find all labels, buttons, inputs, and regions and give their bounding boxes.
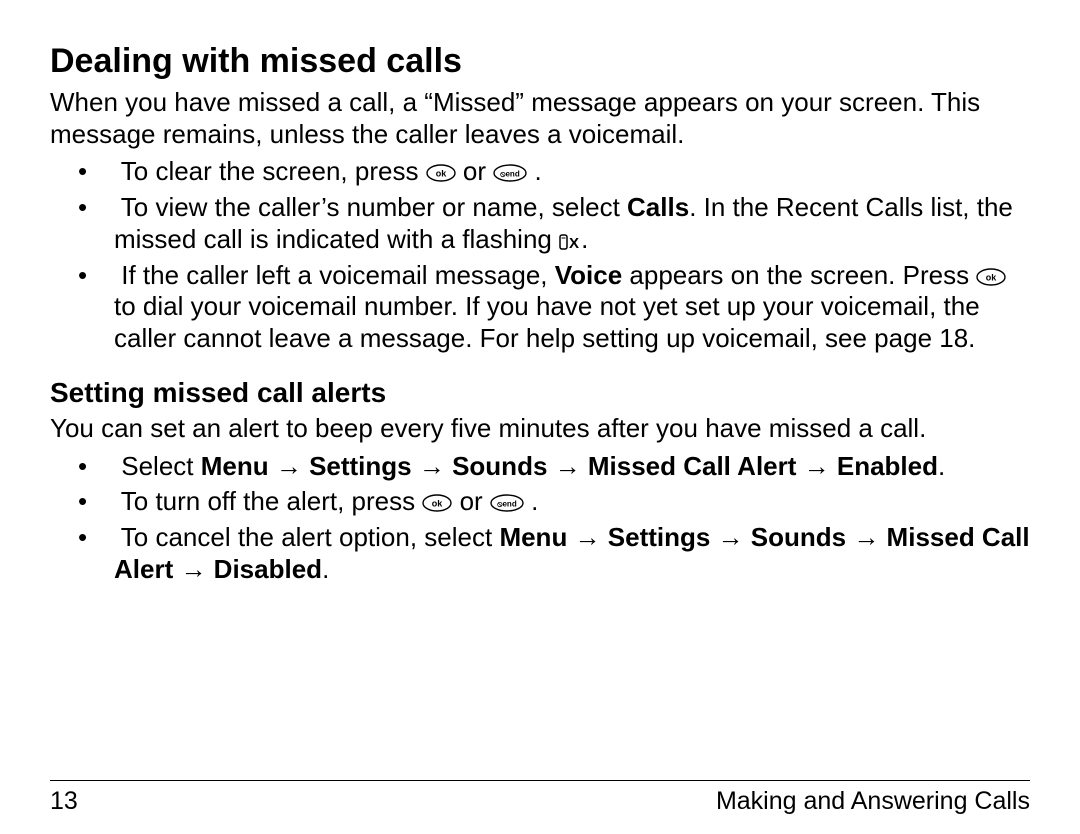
text: . xyxy=(531,486,538,516)
manual-page: Dealing with missed calls When you have … xyxy=(0,0,1080,834)
missed-calls-list: To clear the screen, press ok or ⦸end . … xyxy=(50,156,1030,354)
text: . xyxy=(322,554,329,584)
missed-call-icon: X xyxy=(559,229,581,256)
ok-key-icon: ok xyxy=(426,164,456,182)
intro-paragraph: When you have missed a call, a “Missed” … xyxy=(50,87,1030,150)
list-item: To cancel the alert option, select Menu … xyxy=(50,522,1030,585)
svg-text:ok: ok xyxy=(432,499,443,509)
alerts-paragraph: You can set an alert to beep every five … xyxy=(50,413,1030,445)
list-item: Select Menu → Settings → Sounds → Missed… xyxy=(50,451,1030,483)
text: To clear the screen, press xyxy=(121,156,426,186)
text: Select xyxy=(121,451,201,481)
svg-text:⦸end: ⦸end xyxy=(501,170,521,179)
end-key-icon: ⦸end xyxy=(493,164,527,182)
text: To turn off the alert, press xyxy=(121,486,423,516)
text: or xyxy=(463,156,493,186)
text: appears on the screen. Press xyxy=(622,260,976,290)
section-title: Making and Answering Calls xyxy=(716,787,1030,816)
text: To view the caller’s number or name, sel… xyxy=(121,192,627,222)
page-number: 13 xyxy=(50,787,78,816)
list-item: To turn off the alert, press ok or ⦸end … xyxy=(50,486,1030,518)
calls-label: Calls xyxy=(627,192,689,222)
svg-text:ok: ok xyxy=(435,169,446,179)
text: to dial your voicemail number. If you ha… xyxy=(114,291,980,353)
svg-text:ok: ok xyxy=(986,272,997,282)
alerts-list: Select Menu → Settings → Sounds → Missed… xyxy=(50,451,1030,586)
text: . xyxy=(535,156,542,186)
page-footer: 13 Making and Answering Calls xyxy=(50,780,1030,816)
ok-key-icon: ok xyxy=(976,268,1006,286)
list-item: To clear the screen, press ok or ⦸end . xyxy=(50,156,1030,188)
text: . xyxy=(581,224,588,254)
text: or xyxy=(460,486,490,516)
heading-setting-alerts: Setting missed call alerts xyxy=(50,377,1030,409)
text: To cancel the alert option, select xyxy=(121,522,500,552)
svg-text:⦸end: ⦸end xyxy=(497,500,517,509)
ok-key-icon: ok xyxy=(422,494,452,512)
list-item: If the caller left a voicemail message, … xyxy=(50,260,1030,355)
content-area: Dealing with missed calls When you have … xyxy=(50,34,1030,780)
heading-dealing-missed-calls: Dealing with missed calls xyxy=(50,42,1030,81)
menu-path-enable: Menu → Settings → Sounds → Missed Call A… xyxy=(201,451,938,481)
voice-label: Voice xyxy=(555,260,622,290)
svg-text:X: X xyxy=(569,235,579,252)
list-item: To view the caller’s number or name, sel… xyxy=(50,192,1030,256)
end-key-icon: ⦸end xyxy=(490,494,524,512)
text: If the caller left a voicemail message, xyxy=(121,260,555,290)
text: . xyxy=(938,451,945,481)
